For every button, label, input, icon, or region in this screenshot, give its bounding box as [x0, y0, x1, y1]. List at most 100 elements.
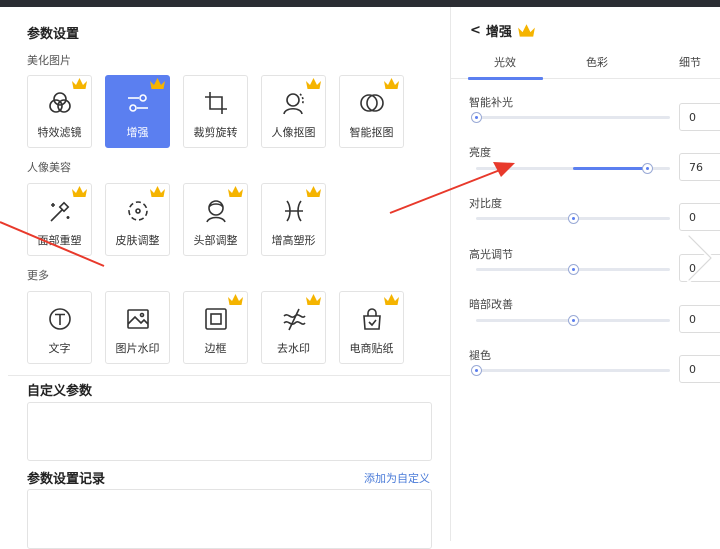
crown-icon [150, 186, 165, 197]
tool-shop-sticker[interactable]: 电商贴纸 [339, 291, 404, 364]
portrait-cutout-icon [281, 90, 307, 116]
crown-icon [306, 78, 321, 89]
param-label: 对比度 [469, 197, 502, 210]
section-label-beautify: 美化图片 [27, 54, 71, 67]
value-input[interactable]: 0 [679, 305, 720, 333]
shop-sticker-icon [359, 306, 385, 332]
tab-light[interactable]: 光效 [494, 54, 516, 70]
history-title: 参数设置记录 [27, 472, 106, 487]
tool-remove-watermark[interactable]: 去水印 [261, 291, 326, 364]
tool-smart-cutout[interactable]: 智能抠图 [339, 75, 404, 148]
param-label: 褪色 [469, 349, 491, 362]
tool-label: 图片水印 [115, 342, 160, 355]
value-input[interactable]: 0 [679, 203, 720, 231]
enhance-title: 增强 [485, 25, 512, 40]
tool-label: 面部重塑 [37, 234, 82, 247]
section-label-portrait: 人像美容 [27, 161, 71, 174]
adjust-sliders-icon [125, 90, 151, 116]
remove-watermark-icon [281, 306, 307, 332]
slider-shadows[interactable] [476, 315, 670, 326]
tool-body-shape[interactable]: 增高塑形 [261, 183, 326, 256]
tab-detail[interactable]: 细节 [679, 54, 701, 70]
crown-icon [150, 78, 165, 89]
window-top-bar [0, 0, 720, 7]
param-label: 亮度 [469, 146, 491, 159]
tool-skin-adjust[interactable]: 皮肤调整 [105, 183, 170, 256]
tool-crop-rotate[interactable]: 裁剪旋转 [183, 75, 248, 148]
tool-label: 智能抠图 [349, 126, 394, 139]
magic-wand-icon [47, 198, 73, 224]
slider-highlights[interactable] [476, 264, 670, 275]
history-box[interactable] [27, 489, 432, 549]
slider-knob[interactable] [568, 315, 579, 326]
slider-fade[interactable] [471, 365, 670, 376]
slider-knob[interactable] [641, 163, 653, 174]
tool-label: 增高塑形 [271, 234, 316, 247]
active-tab-indicator [468, 77, 543, 80]
tab-color[interactable]: 色彩 [586, 54, 608, 70]
tool-label: 增强 [126, 126, 149, 139]
section-divider [8, 375, 450, 376]
crown-icon [228, 186, 243, 197]
body-shape-icon [281, 198, 307, 224]
section-label-more: 更多 [27, 269, 49, 282]
crown-icon [306, 186, 321, 197]
tool-enhance[interactable]: 增强 [105, 75, 170, 148]
skin-adjust-icon [125, 198, 151, 224]
tool-label: 去水印 [277, 342, 310, 355]
enhance-header: < 增强 [470, 21, 536, 40]
param-label: 暗部改善 [469, 298, 513, 311]
value-input[interactable]: 0 [679, 355, 720, 383]
tool-label: 皮肤调整 [115, 234, 160, 247]
value-input[interactable]: 76 [679, 153, 720, 181]
filter-circles-icon [47, 90, 73, 116]
tool-label: 特效滤镜 [37, 126, 82, 139]
crown-icon [384, 78, 399, 89]
slider-smart-fill-light[interactable] [471, 112, 670, 123]
crown-icon [72, 78, 87, 89]
tool-image-watermark[interactable]: 图片水印 [105, 291, 170, 364]
crown-icon [306, 294, 321, 305]
text-icon [47, 306, 73, 332]
slider-contrast[interactable] [476, 213, 670, 224]
tool-label: 文字 [48, 342, 71, 355]
tool-text[interactable]: 文字 [27, 291, 92, 364]
slider-knob[interactable] [471, 112, 482, 123]
back-button[interactable]: < [470, 23, 481, 38]
slider-fill [573, 167, 647, 170]
crown-icon [72, 186, 87, 197]
image-watermark-icon [125, 306, 151, 332]
crown-icon [384, 294, 399, 305]
tool-label: 头部调整 [193, 234, 238, 247]
panel-title: 参数设置 [27, 27, 80, 42]
slider-knob[interactable] [471, 365, 482, 376]
tool-label: 人像抠图 [271, 126, 316, 139]
tool-label: 裁剪旋转 [193, 126, 238, 139]
tool-face-reshape[interactable]: 面部重塑 [27, 183, 92, 256]
tool-border[interactable]: 边框 [183, 291, 248, 364]
crown-icon [518, 23, 535, 37]
settings-panel: 参数设置 美化图片 人像美容 更多 特效滤镜 增强 裁剪旋转 人像抠图 智能抠图 [0, 7, 450, 549]
tool-label: 边框 [204, 342, 227, 355]
param-label: 高光调节 [469, 248, 513, 261]
slider-knob[interactable] [568, 264, 579, 275]
tool-portrait-cutout[interactable]: 人像抠图 [261, 75, 326, 148]
value-input[interactable]: 0 [679, 103, 720, 131]
custom-params-box[interactable] [27, 402, 432, 461]
next-arrow-icon[interactable] [681, 232, 720, 284]
crop-icon [203, 90, 229, 116]
tool-head-adjust[interactable]: 头部调整 [183, 183, 248, 256]
crown-icon [228, 294, 243, 305]
tool-label: 电商贴纸 [349, 342, 394, 355]
smart-cutout-icon [359, 90, 385, 116]
enhance-tabs: 光效 色彩 细节 [451, 51, 720, 80]
add-custom-link[interactable]: 添加为自定义 [364, 470, 430, 486]
head-adjust-icon [203, 198, 229, 224]
slider-knob[interactable] [568, 213, 579, 224]
enhance-panel: < 增强 光效 色彩 细节 智能补光 0 亮度 76 对比度 0 高光调节 0 … [451, 7, 720, 541]
tool-filter-effects[interactable]: 特效滤镜 [27, 75, 92, 148]
param-label: 智能补光 [469, 96, 513, 109]
custom-params-title: 自定义参数 [27, 384, 93, 399]
slider-brightness[interactable] [476, 163, 670, 174]
border-icon [203, 306, 229, 332]
